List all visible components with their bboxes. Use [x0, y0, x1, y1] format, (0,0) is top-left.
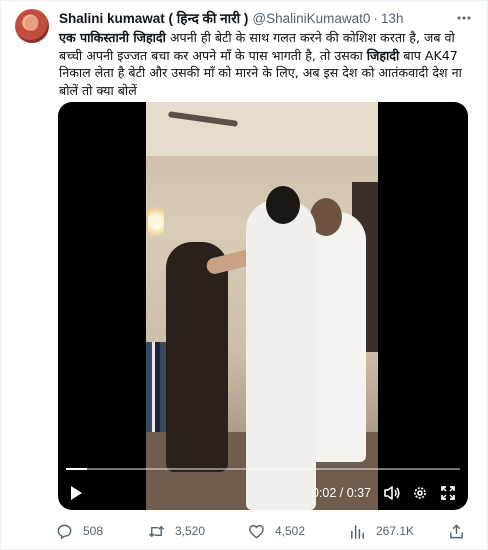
scene-person-center	[246, 186, 316, 510]
retweet-icon	[148, 525, 165, 537]
settings-icon[interactable]	[412, 485, 428, 501]
fullscreen-icon[interactable]	[440, 485, 456, 501]
display-name[interactable]: Shalini kumawat ( हिन्द की नारी )	[59, 9, 248, 27]
video-frame	[146, 102, 378, 510]
reply-count: 508	[83, 524, 104, 538]
video-progress-fill	[66, 468, 88, 470]
tweet-actions: 508 3,520 4,502 267.1K	[56, 521, 476, 541]
more-horizontal-icon[interactable]	[455, 9, 473, 27]
share-icon	[450, 523, 463, 538]
tweet-text-bold-1: एक पाकिस्तानी जिहादी	[59, 30, 166, 45]
share-button[interactable]	[448, 521, 475, 541]
volume-icon[interactable]	[383, 485, 401, 501]
heart-icon	[249, 524, 264, 538]
separator-dot: ·	[373, 10, 378, 26]
avatar[interactable]	[15, 9, 49, 43]
tweet-text-bold-2: जिहादी	[366, 47, 400, 63]
user-handle[interactable]: @ShaliniKumawat0	[252, 11, 370, 26]
like-count: 4,502	[275, 524, 306, 538]
reply-button[interactable]: 508	[56, 521, 103, 541]
play-icon[interactable]	[68, 484, 84, 502]
scene-head	[266, 186, 300, 224]
like-button[interactable]: 4,502	[248, 521, 305, 541]
views-button[interactable]: 267.1K	[349, 521, 414, 541]
video-time: 0:02 / 0:37	[312, 486, 372, 500]
reply-icon	[57, 524, 72, 539]
scene-ceiling	[146, 102, 378, 156]
tweet-header: Shalini kumawat ( हिन्द की नारी ) @Shali…	[59, 9, 403, 27]
scene-person-left	[166, 242, 271, 472]
avatar-face	[25, 16, 38, 31]
scene-lamp	[148, 202, 164, 242]
analytics-icon	[351, 524, 364, 539]
video-player[interactable]: 0:02 / 0:37	[58, 102, 468, 510]
retweet-count: 3,520	[175, 524, 206, 538]
tweet-time[interactable]: 13h	[381, 11, 404, 26]
tweet-text: एक पाकिस्तानी जिहादी अपनी ही बेटी के साथ…	[59, 29, 469, 99]
video-progress-bar[interactable]	[66, 468, 460, 470]
view-count: 267.1K	[376, 524, 415, 538]
tweet-card[interactable]: Shalini kumawat ( हिन्द की नारी ) @Shali…	[0, 0, 488, 550]
retweet-button[interactable]: 3,520	[148, 521, 205, 541]
